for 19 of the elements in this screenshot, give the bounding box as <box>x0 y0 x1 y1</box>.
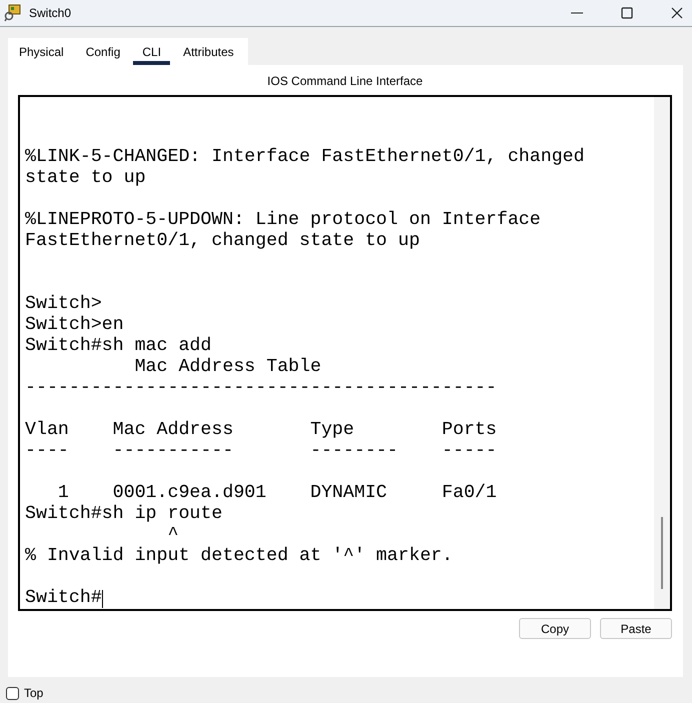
checkbox[interactable] <box>6 686 19 700</box>
maximize-icon[interactable] <box>621 7 633 19</box>
terminal-output: %LINK-5-CHANGED: Interface FastEthernet0/1, changed state to up %LINEPROTO-5-UPDOWN: Line protocol on Interface FastEthernet0/1, changed state to up Switch> Switch>en Switch#sh mac add Mac Address Table ------------------------------------------- Vlan Mac Address Type Ports ---- ----------- -------- ----- 1 0001.c9ea.d901 DYNAMIC Fa0/1 Switch#sh ip route ^ % Invalid input detected at '^' marker. <box>25 147 586 567</box>
tab[interactable]: Attributes <box>172 38 248 65</box>
scrollbar-thumb[interactable] <box>661 517 663 589</box>
action-button[interactable]: Paste <box>600 618 672 639</box>
panel-title: IOS Command Line Interface <box>266 74 424 88</box>
switch-app-icon <box>4 4 22 22</box>
command-prompt: Switch# <box>25 588 102 609</box>
action-button[interactable]: Copy <box>519 618 591 639</box>
tab[interactable]: Physical <box>8 38 75 65</box>
window-title: Switch0 <box>29 6 72 20</box>
tab[interactable]: CLI <box>131 38 172 65</box>
checkbox-label[interactable]: Top <box>24 686 44 700</box>
scrollbar[interactable] <box>654 97 670 609</box>
text-cursor <box>102 590 104 608</box>
tab[interactable]: Config <box>74 38 132 65</box>
terminal[interactable] <box>18 95 672 611</box>
close-icon[interactable] <box>671 7 683 19</box>
